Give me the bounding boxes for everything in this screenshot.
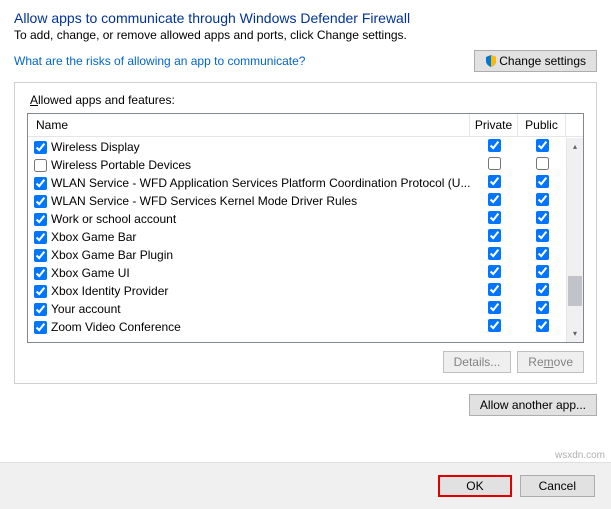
watermark: wsxdn.com [555,450,605,461]
app-name: Your account [51,302,121,316]
private-checkbox[interactable] [488,247,501,260]
private-checkbox[interactable] [488,175,501,188]
public-checkbox[interactable] [536,301,549,314]
allow-another-app-button[interactable]: Allow another app... [469,394,597,416]
remove-button[interactable]: Remove [517,351,584,373]
app-name: Wireless Display [51,140,140,154]
list-header: Name Private Public [28,114,583,137]
app-enabled-checkbox[interactable] [34,267,47,280]
app-name: WLAN Service - WFD Services Kernel Mode … [51,194,357,208]
scrollbar[interactable]: ▴ ▾ [566,138,583,342]
public-checkbox[interactable] [536,193,549,206]
public-checkbox[interactable] [536,157,549,170]
public-checkbox[interactable] [536,319,549,332]
app-enabled-checkbox[interactable] [34,303,47,316]
private-checkbox[interactable] [488,301,501,314]
cancel-button[interactable]: Cancel [520,475,595,497]
public-checkbox[interactable] [536,175,549,188]
app-enabled-checkbox[interactable] [34,213,47,226]
column-public[interactable]: Public [518,114,566,136]
table-row[interactable]: Work or school account [28,210,566,228]
public-checkbox[interactable] [536,283,549,296]
private-checkbox[interactable] [488,139,501,152]
table-row[interactable]: Xbox Game UI [28,264,566,282]
column-name[interactable]: Name [28,114,470,136]
scroll-track[interactable] [567,155,583,325]
public-checkbox[interactable] [536,265,549,278]
table-row[interactable]: Xbox Identity Provider [28,282,566,300]
app-enabled-checkbox[interactable] [34,177,47,190]
table-row[interactable]: Zoom Video Conference [28,318,566,336]
table-row[interactable]: WLAN Service - WFD Application Services … [28,174,566,192]
app-enabled-checkbox[interactable] [34,195,47,208]
app-enabled-checkbox[interactable] [34,159,47,172]
table-row[interactable]: Your account [28,300,566,318]
app-enabled-checkbox[interactable] [34,141,47,154]
private-checkbox[interactable] [488,229,501,242]
app-name: Xbox Identity Provider [51,284,168,298]
public-checkbox[interactable] [536,139,549,152]
public-checkbox[interactable] [536,211,549,224]
private-checkbox[interactable] [488,319,501,332]
details-button[interactable]: Details... [443,351,512,373]
column-private[interactable]: Private [470,114,518,136]
table-row[interactable]: WLAN Service - WFD Services Kernel Mode … [28,192,566,210]
risks-link[interactable]: What are the risks of allowing an app to… [14,54,305,68]
app-name: Zoom Video Conference [51,320,181,334]
app-name: Xbox Game Bar Plugin [51,248,173,262]
app-enabled-checkbox[interactable] [34,321,47,334]
remove-label: Remove [528,355,573,369]
app-enabled-checkbox[interactable] [34,249,47,262]
private-checkbox[interactable] [488,211,501,224]
list-body: Wireless Display Wireless Portable Devic… [28,138,566,342]
group-label: Allowed apps and features: [27,93,178,107]
app-name: Wireless Portable Devices [51,158,191,172]
private-checkbox[interactable] [488,283,501,296]
ok-button[interactable]: OK [438,475,511,497]
scroll-up-icon[interactable]: ▴ [567,138,583,155]
page-subtitle: To add, change, or remove allowed apps a… [14,28,597,42]
public-checkbox[interactable] [536,229,549,242]
table-row[interactable]: Xbox Game Bar [28,228,566,246]
public-checkbox[interactable] [536,247,549,260]
dialog-footer: OK Cancel [0,462,611,509]
allowed-apps-group: Allowed apps and features: Name Private … [14,82,597,384]
change-settings-button[interactable]: Change settings [474,50,597,72]
private-checkbox[interactable] [488,157,501,170]
shield-icon [485,55,497,67]
scroll-down-icon[interactable]: ▾ [567,325,583,342]
app-name: Xbox Game Bar [51,230,136,244]
apps-listbox: Name Private Public Wireless Display Wir… [27,113,584,343]
table-row[interactable]: Wireless Portable Devices [28,156,566,174]
private-checkbox[interactable] [488,193,501,206]
app-name: Work or school account [51,212,176,226]
change-settings-label: Change settings [499,54,586,68]
app-name: WLAN Service - WFD Application Services … [51,176,470,190]
app-name: Xbox Game UI [51,266,130,280]
app-enabled-checkbox[interactable] [34,285,47,298]
table-row[interactable]: Xbox Game Bar Plugin [28,246,566,264]
scroll-thumb[interactable] [568,276,582,306]
private-checkbox[interactable] [488,265,501,278]
page-title: Allow apps to communicate through Window… [14,10,597,26]
table-row[interactable]: Wireless Display [28,138,566,156]
app-enabled-checkbox[interactable] [34,231,47,244]
